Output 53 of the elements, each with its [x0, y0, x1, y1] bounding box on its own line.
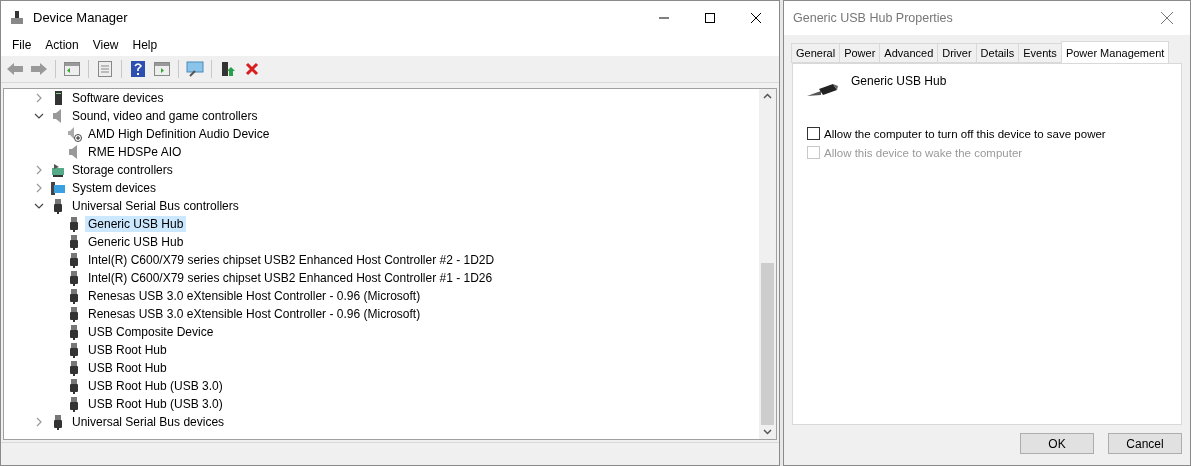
help-button[interactable]	[128, 59, 148, 79]
menu-item[interactable]: View	[85, 38, 126, 52]
tree-item[interactable]: Universal Serial Bus controllers	[69, 198, 242, 214]
tree-item[interactable]: Storage controllers	[69, 162, 176, 178]
tree-item[interactable]: USB Root Hub	[85, 342, 170, 358]
tree-item[interactable]: Intel(R) C600/X79 series chipset USB2 Enhanced Host Controller #2 - 1D2D	[85, 252, 498, 268]
scan-monitor-button[interactable]	[185, 59, 205, 79]
tab[interactable]: Details	[975, 43, 1020, 63]
monitor-icon	[50, 180, 66, 196]
tree-item[interactable]: USB Root Hub (USB 3.0)	[85, 396, 226, 412]
tree-item[interactable]: AMD High Definition Audio Device	[85, 126, 273, 142]
menu-item[interactable]: File	[5, 38, 39, 52]
checkbox[interactable]	[807, 127, 820, 140]
controller-icon	[50, 162, 66, 178]
tree-item[interactable]: USB Root Hub (USB 3.0)	[85, 378, 226, 394]
checkbox-label: Allow the computer to turn off this device to save power	[824, 127, 1106, 140]
tab[interactable]: Power Management	[1060, 41, 1170, 63]
menu-item[interactable]: Action	[38, 38, 86, 52]
window-title: Device Manager	[33, 10, 129, 25]
app-icon	[9, 9, 25, 26]
tree-item[interactable]: Intel(R) C600/X79 series chipset USB2 Enhanced Host Controller #1 - 1D26	[85, 270, 496, 286]
usb-cable-icon	[807, 83, 839, 99]
device-name: Generic USB Hub	[851, 74, 947, 88]
tab[interactable]: Events	[1018, 43, 1062, 63]
checkbox-label: Allow this device to wake the computer	[824, 146, 1023, 159]
tree-item[interactable]: Renesas USB 3.0 eXtensible Host Controller - 0.96 (Microsoft)	[85, 306, 424, 322]
tree-item[interactable]: System devices	[69, 180, 160, 196]
tab[interactable]: Advanced	[879, 43, 939, 63]
console-tree-button[interactable]	[62, 59, 82, 79]
maximize-icon	[705, 12, 715, 23]
tree-item[interactable]: Generic USB Hub	[85, 234, 187, 250]
tree-item[interactable]: Software devices	[69, 90, 167, 106]
dialog-title: Generic USB Hub Properties	[793, 11, 954, 25]
close-icon	[1161, 12, 1173, 24]
tree-item[interactable]: Universal Serial Bus devices	[69, 414, 228, 430]
dialog-button[interactable]: OK	[1020, 433, 1094, 454]
speaker-icon	[66, 126, 82, 142]
tree-item[interactable]: Generic USB Hub	[85, 216, 187, 232]
scrollbar[interactable]	[759, 89, 776, 439]
tab[interactable]: Driver	[937, 43, 977, 63]
tree-item[interactable]: Renesas USB 3.0 eXtensible Host Controller - 0.96 (Microsoft)	[85, 288, 424, 304]
tree-item[interactable]: RME HDSPe AIO	[85, 144, 185, 160]
chevron-icon	[34, 417, 44, 427]
tab[interactable]: General	[791, 43, 841, 63]
properties-button[interactable]	[95, 59, 115, 79]
tree-item[interactable]: USB Root Hub	[85, 360, 170, 376]
tree-item[interactable]: USB Composite Device	[85, 324, 217, 340]
dialog-button[interactable]: Cancel	[1108, 433, 1182, 454]
tab[interactable]: Power	[839, 43, 881, 63]
close-icon	[751, 12, 761, 23]
tree-item[interactable]: Sound, video and game controllers	[69, 108, 261, 124]
menu-item[interactable]: Help	[125, 38, 165, 52]
action-pane-button[interactable]	[152, 59, 172, 79]
